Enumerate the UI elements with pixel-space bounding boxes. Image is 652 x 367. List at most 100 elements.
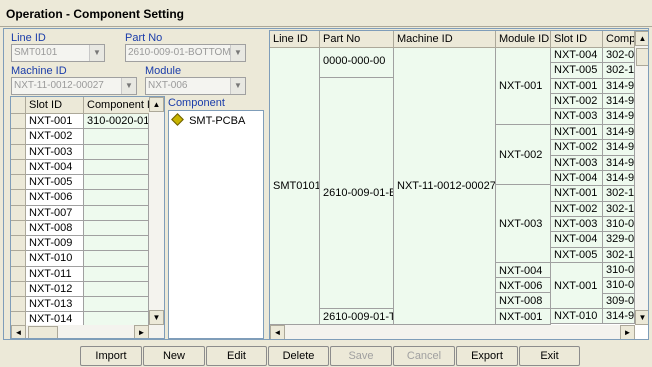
component-id-cell[interactable] <box>84 175 149 191</box>
export-button[interactable]: Export <box>456 346 518 366</box>
component-cell[interactable]: 302-1 <box>603 186 635 202</box>
part-no-col-header[interactable]: Part No <box>320 31 394 48</box>
slot-id-cell[interactable]: NXT-001 <box>26 114 84 130</box>
component-cell[interactable]: 314-9 <box>603 78 635 95</box>
slot-id-cell[interactable]: NXT-003 <box>551 155 603 171</box>
module-id-cell[interactable]: NXT-002 <box>496 125 551 185</box>
machine-id-cell[interactable]: NXT-11-0012-00027 <box>394 48 496 325</box>
line-id-col-header[interactable]: Line ID <box>270 31 320 48</box>
scroll-up-icon[interactable]: ▲ <box>149 97 164 112</box>
component-cell[interactable]: 314-9 <box>603 170 635 187</box>
import-button[interactable]: Import <box>80 346 142 366</box>
slot-id-cell[interactable]: NXT-002 <box>551 201 603 217</box>
machine-id-col-header[interactable]: Machine ID <box>394 31 496 48</box>
row-header[interactable] <box>11 114 26 130</box>
row-header[interactable] <box>11 281 26 297</box>
slot-id-cell[interactable]: NXT-005 <box>551 63 603 79</box>
component-cell[interactable]: 310-0 <box>603 216 635 233</box>
component-id-cell[interactable] <box>84 205 149 221</box>
row-header[interactable] <box>11 220 26 236</box>
slot-id-header[interactable]: Slot ID <box>26 97 84 114</box>
horizontal-scrollbar[interactable]: ◄ ► <box>270 325 635 339</box>
scroll-left-icon[interactable]: ◄ <box>270 325 285 339</box>
component-id-cell[interactable] <box>84 144 149 160</box>
exit-button[interactable]: Exit <box>519 346 580 366</box>
component-cell[interactable]: 314-9 <box>603 94 635 110</box>
scroll-left-icon[interactable]: ◄ <box>11 325 26 338</box>
vertical-scrollbar[interactable]: ▲ ▼ <box>149 97 164 325</box>
scroll-thumb[interactable] <box>636 48 648 66</box>
slot-id-cell[interactable]: NXT-006 <box>26 190 84 206</box>
component-id-cell[interactable] <box>84 220 149 236</box>
row-header[interactable] <box>11 144 26 160</box>
component-tree[interactable]: SMT-PCBA <box>168 110 264 339</box>
edit-button[interactable]: Edit <box>206 346 267 366</box>
chevron-down-icon[interactable]: ▼ <box>230 78 245 94</box>
row-header[interactable] <box>11 129 26 145</box>
slot-id-cell[interactable]: NXT-010 <box>26 251 84 267</box>
slot-id-cell[interactable]: NXT-004 <box>551 232 603 248</box>
slot-id-cell[interactable]: NXT-011 <box>26 266 84 282</box>
scroll-down-icon[interactable]: ▼ <box>149 310 164 325</box>
component-id-cell[interactable] <box>84 251 149 267</box>
scroll-right-icon[interactable]: ► <box>620 325 635 339</box>
slot-id-cell[interactable]: NXT-010 <box>551 309 603 325</box>
delete-button[interactable]: Delete <box>268 346 329 366</box>
scroll-down-icon[interactable]: ▼ <box>635 310 648 325</box>
scroll-thumb[interactable] <box>28 326 58 338</box>
component-id-cell[interactable] <box>84 236 149 252</box>
component-cell[interactable]: 314-9 <box>603 140 635 156</box>
component-cell[interactable]: 310-0 <box>603 263 635 279</box>
scroll-up-icon[interactable]: ▲ <box>635 31 648 46</box>
module-id-cell[interactable]: NXT-001 <box>496 309 551 325</box>
component-id-cell[interactable] <box>84 266 149 282</box>
row-header[interactable] <box>11 251 26 267</box>
component-col-header[interactable]: Compo <box>603 31 635 48</box>
component-id-cell[interactable] <box>84 159 149 175</box>
slot-id-cell[interactable]: NXT-002 <box>551 94 603 110</box>
module-id-cell[interactable]: NXT-008 <box>496 293 551 309</box>
module-id-cell[interactable]: NXT-004 <box>496 263 551 278</box>
component-cell[interactable]: 302-1 <box>603 63 635 79</box>
slot-id-cell[interactable]: NXT-008 <box>26 220 84 236</box>
slot-id-cell[interactable]: NXT-004 <box>551 170 603 187</box>
slot-id-cell[interactable]: NXT-003 <box>551 109 603 125</box>
slot-id-cell[interactable]: NXT-003 <box>551 216 603 233</box>
module-id-col-header[interactable]: Module ID <box>496 31 551 48</box>
vertical-scrollbar[interactable]: ▲ ▼ <box>635 31 648 325</box>
row-header[interactable] <box>11 297 26 313</box>
component-id-cell[interactable] <box>84 297 149 313</box>
module-combo[interactable]: NXT-006 ▼ <box>145 77 246 95</box>
part-no-cell[interactable]: 2610-009-01-B <box>320 78 394 309</box>
row-header[interactable] <box>11 266 26 282</box>
component-cell[interactable]: 314-9 <box>603 155 635 171</box>
chevron-down-icon[interactable]: ▼ <box>89 45 104 61</box>
slot-id-cell[interactable]: NXT-004 <box>551 48 603 64</box>
slot-id-cell[interactable]: NXT-005 <box>26 175 84 191</box>
slot-id-col-header[interactable]: Slot ID <box>551 31 603 48</box>
slot-id-cell[interactable]: NXT-001 <box>551 263 603 309</box>
component-cell[interactable]: 314-9 <box>603 309 635 325</box>
component-cell[interactable]: 314-9 <box>603 109 635 125</box>
save-button[interactable]: Save <box>330 346 392 366</box>
component-cell[interactable]: 302-1 <box>603 247 635 264</box>
row-header[interactable] <box>11 159 26 175</box>
scroll-right-icon[interactable]: ► <box>134 325 149 338</box>
slot-id-cell[interactable]: NXT-005 <box>551 247 603 264</box>
part-no-cell[interactable]: 0000-000-00 <box>320 48 394 78</box>
component-cell[interactable]: 310-0 <box>603 278 635 294</box>
row-header[interactable] <box>11 236 26 252</box>
component-cell[interactable]: 302-00 <box>603 48 635 64</box>
slot-id-cell[interactable]: NXT-001 <box>551 124 603 141</box>
line-id-cell[interactable]: SMT0101 <box>270 48 320 325</box>
slot-id-cell[interactable]: NXT-007 <box>26 205 84 221</box>
component-id-cell[interactable] <box>84 281 149 297</box>
module-id-cell[interactable]: NXT-003 <box>496 185 551 263</box>
cancel-button[interactable]: Cancel <box>393 346 455 366</box>
component-cell[interactable]: 302-1 <box>603 201 635 217</box>
slot-id-cell[interactable]: NXT-001 <box>551 186 603 202</box>
tree-item-smt-pcba[interactable]: SMT-PCBA <box>171 113 245 127</box>
row-header[interactable] <box>11 205 26 221</box>
slot-id-cell[interactable]: NXT-003 <box>26 144 84 160</box>
slot-id-cell[interactable]: NXT-009 <box>26 236 84 252</box>
